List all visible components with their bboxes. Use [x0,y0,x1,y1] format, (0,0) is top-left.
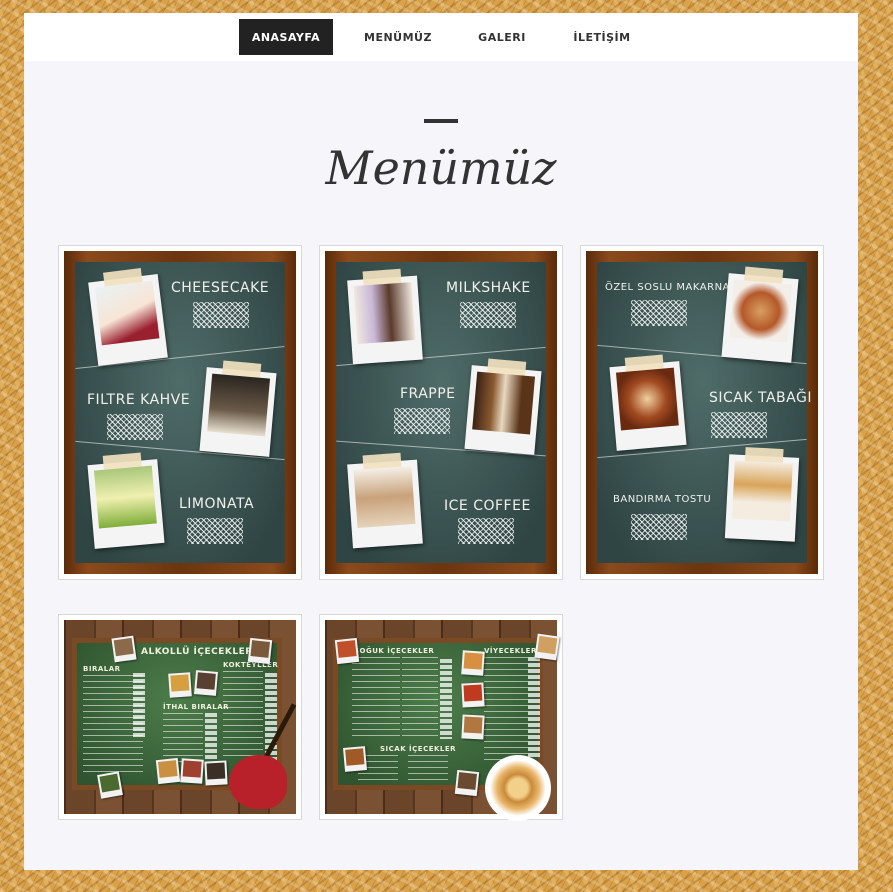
menu-rows [352,657,400,741]
mini-photo [247,637,273,665]
mini-photo [193,670,219,696]
menu-item-label: MILKSHAKE [446,280,531,296]
price-scribble [460,302,516,328]
menu-rows [402,657,438,741]
mini-photo [334,637,360,665]
mini-photo [168,672,192,698]
nav-item-contact[interactable]: İLETİŞİM [567,19,637,55]
guitar-image [229,755,287,809]
page-container: ANASAYFA MENÜMÜZ GALERI İLETİŞİM Menümüz… [24,13,858,870]
mini-photo [111,635,137,663]
title-accent-bar [424,119,458,123]
mini-photo [97,771,123,799]
price-scribble [631,514,687,540]
top-navigation: ANASAYFA MENÜMÜZ GALERI İLETİŞİM [24,13,858,61]
menu-item-label: ICE COFFEE [444,498,531,514]
mini-photo [180,758,204,784]
nav-item-gallery[interactable]: GALERI [471,19,533,55]
mini-photo [155,757,181,785]
mini-photo [461,650,485,676]
menu-board-frame: MILKSHAKE FRAPPE ICE COFFEE [325,251,557,574]
menu-rows [408,755,448,785]
price-scribble [107,414,163,440]
menu-board-frame: CHEESECAKE FILTRE KAHVE LIMONATA [64,251,296,574]
nav-item-menu[interactable]: MENÜMÜZ [359,19,437,55]
photo-ice-coffee [347,452,423,549]
photo-cheesecake [88,268,168,366]
board-heading: SOĞUK İÇECEKLER [354,647,435,655]
chalkboard: MILKSHAKE FRAPPE ICE COFFEE [336,262,546,563]
menu-card-soft-drinks[interactable]: SOĞUK İÇECEKLER VİYECEKLER SICAK İÇECEKL… [319,614,563,821]
menu-item-label: CHEESECAKE [171,280,270,296]
food-plate-image [485,755,551,821]
menu-card-desserts[interactable]: CHEESECAKE FILTRE KAHVE LIMONATA [58,245,302,580]
menu-item-label: FRAPPE [400,386,456,402]
price-scribble [193,302,249,328]
mini-photo [204,760,228,786]
price-scribble [711,412,767,438]
board-heading: KOKTEYLLER [223,661,279,669]
board-heading: BIRALAR [83,665,121,673]
photo-frappe [464,358,542,455]
photo-pasta [721,266,799,363]
menu-item-label: BANDIRMA TOSTU [613,494,712,505]
photo-filter-coffee [199,360,277,457]
mini-photo [454,769,480,797]
chalkboard: CHEESECAKE FILTRE KAHVE LIMONATA [75,262,285,563]
chalkboard: ÖZEL SOSLU MAKARNA SICAK TABAĞI BANDIRMA… [597,262,811,563]
mini-photo [342,746,368,772]
price-column [205,713,217,761]
price-scribble [394,408,450,434]
menu-card-drinks[interactable]: MILKSHAKE FRAPPE ICE COFFEE [319,245,563,580]
wooden-table: SOĞUK İÇECEKLER VİYECEKLER SICAK İÇECEKL… [325,620,560,821]
price-column [133,673,145,737]
nav-item-home[interactable]: ANASAYFA [239,19,333,55]
menu-item-label: LIMONATA [179,496,255,512]
menu-card-alcoholic-drinks[interactable]: ALKOLLÜ İÇECEKLER BIRALAR İTHAL BIRALAR … [58,614,302,820]
menu-item-label: ÖZEL SOSLU MAKARNA [605,282,730,293]
menu-rows [163,713,203,763]
menu-item-label: SICAK TABAĞI [709,390,812,406]
wooden-table: ALKOLLÜ İÇECEKLER BIRALAR İTHAL BIRALAR … [64,620,297,814]
price-scribble [631,300,687,326]
menu-board-frame: ÖZEL SOSLU MAKARNA SICAK TABAĞI BANDIRMA… [586,251,818,574]
board-heading: ALKOLLÜ İÇECEKLER [141,647,253,657]
menu-item-label: FILTRE KAHVE [87,392,191,408]
photo-lemonade [87,452,165,549]
price-scribble [187,518,243,544]
photo-toast [724,447,800,542]
board-heading: VİYECEKLER [484,647,537,655]
mini-photo [461,682,485,708]
mini-photo [534,633,560,661]
menu-rows [223,671,263,761]
price-column [440,659,452,739]
photo-hot-plate [609,354,687,451]
board-heading: SICAK İÇECEKLER [380,745,457,753]
mini-photo [461,714,485,740]
menu-card-foods[interactable]: ÖZEL SOSLU MAKARNA SICAK TABAĞI BANDIRMA… [580,245,824,580]
menu-rows [484,657,528,761]
price-column [528,657,540,757]
page-title: Menümüz [325,141,557,195]
board-heading: İTHAL BIRALAR [163,703,230,711]
price-scribble [458,518,514,544]
photo-milkshake [347,268,423,365]
